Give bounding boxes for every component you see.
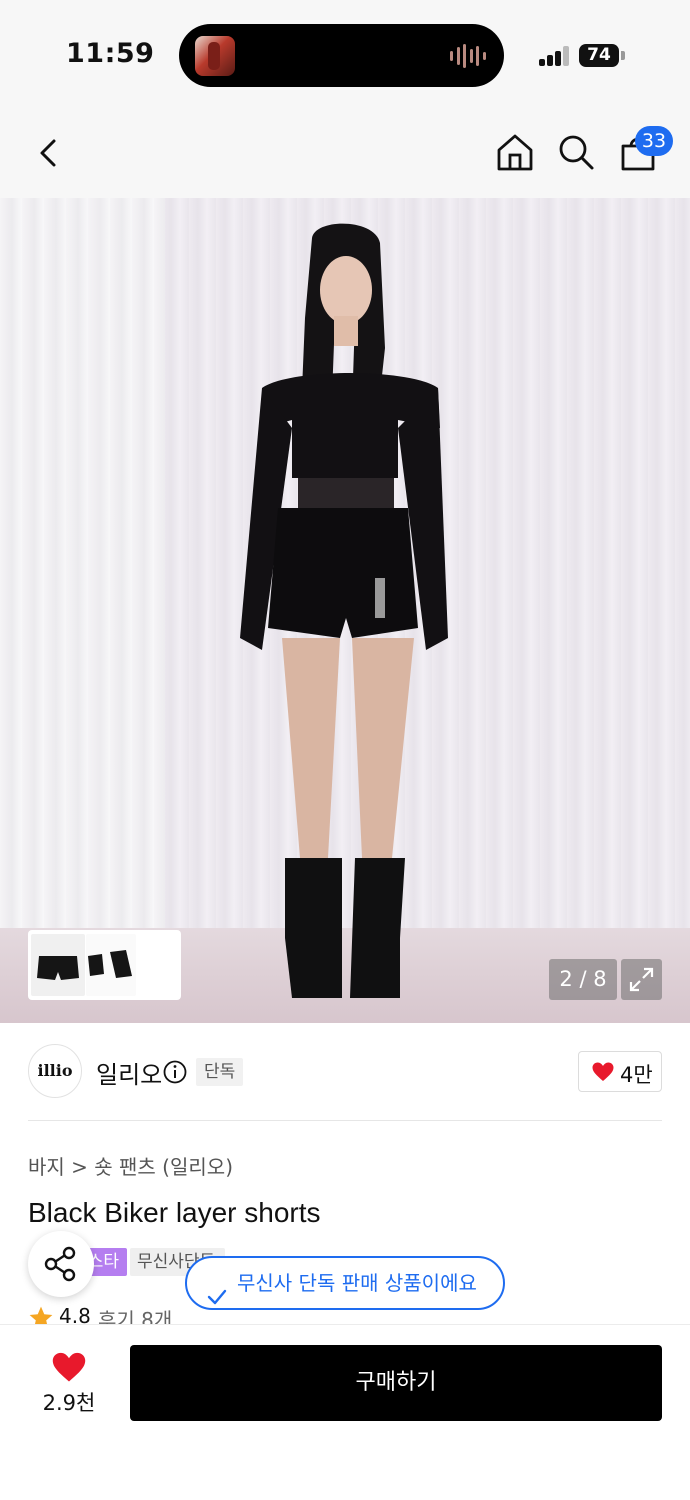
battery-cap (621, 51, 625, 60)
back-chevron-icon[interactable] (30, 133, 70, 173)
wish-count: 2.9천 (42, 1391, 96, 1415)
dynamic-island[interactable] (179, 24, 504, 87)
check-icon (207, 1274, 227, 1305)
divider (28, 1120, 662, 1121)
search-icon[interactable] (555, 131, 597, 173)
cart-count-badge: 33 (635, 126, 673, 156)
brand-like-button[interactable]: 4만 (578, 1051, 662, 1092)
audio-waveform-icon (450, 44, 486, 68)
product-image[interactable] (0, 198, 690, 1023)
expand-icon[interactable] (621, 959, 662, 1000)
heart-icon (591, 1060, 615, 1084)
image-counter: 2 / 8 (549, 959, 617, 1000)
heart-filled-icon[interactable] (50, 1349, 88, 1383)
brand-name[interactable]: 일리오 (96, 1055, 162, 1090)
thumbnail-shorts-detail[interactable] (86, 934, 136, 996)
status-time: 11:59 (66, 38, 155, 69)
exclusive-badge: 단독 (196, 1058, 244, 1086)
home-icon[interactable] (494, 131, 536, 173)
model-figure (240, 223, 448, 998)
exclusive-toast: 무신사 단독 판매 상품이에요 (185, 1256, 505, 1310)
top-nav (0, 105, 690, 198)
now-playing-thumbnail (195, 36, 235, 76)
brand-like-count: 4만 (620, 1063, 653, 1087)
toast-message: 무신사 단독 판매 상품이에요 (237, 1271, 477, 1295)
share-icon[interactable] (28, 1231, 94, 1297)
cellular-signal-icon (539, 46, 571, 66)
brand-logo[interactable]: illio (28, 1044, 82, 1098)
buy-button[interactable]: 구매하기 (130, 1345, 662, 1421)
info-icon[interactable] (163, 1060, 187, 1084)
battery-icon: 74 (579, 44, 619, 67)
status-bar: 11:59 74 (0, 0, 690, 105)
category-breadcrumb[interactable]: 바지 > 숏 팬츠 (일리오) (28, 1151, 233, 1180)
thumbnail-shorts-front[interactable] (31, 934, 85, 996)
product-title: Black Biker layer shorts (28, 1197, 321, 1228)
